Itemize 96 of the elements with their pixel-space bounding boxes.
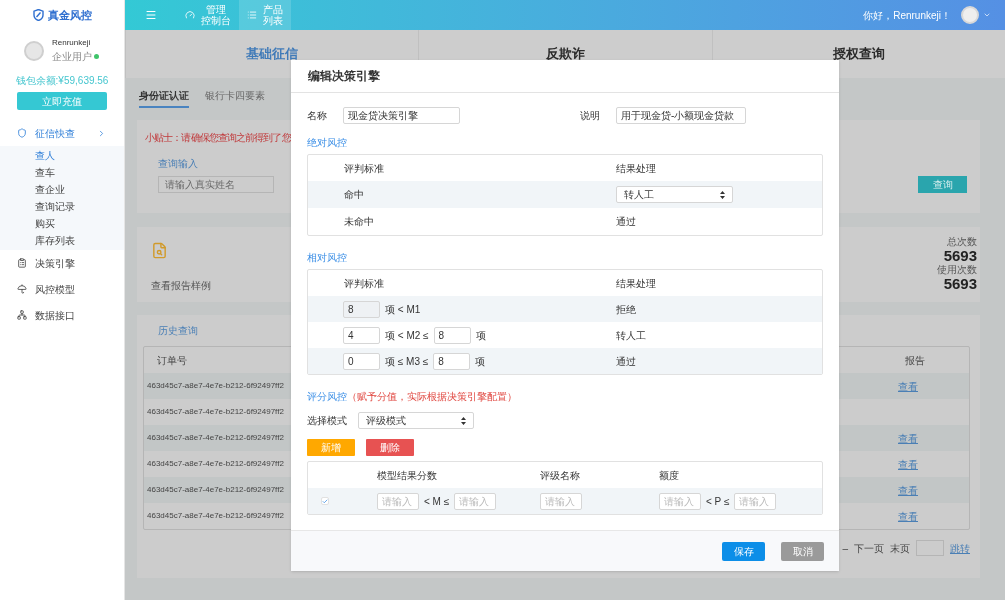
table-cell-text: 转人工 bbox=[616, 328, 646, 343]
condition-text: 项 bbox=[475, 354, 486, 369]
condition-text: 项 bbox=[475, 328, 486, 343]
input-field[interactable]: 4 bbox=[343, 326, 380, 344]
field-label: 说明 bbox=[580, 109, 601, 123]
order-id: 463d45c7-a8e7-4e7e-b212-6f92497ff2 bbox=[147, 406, 284, 418]
input-field[interactable]: 用于现金贷-小额现金贷款 bbox=[616, 107, 746, 124]
column-header: 报告 bbox=[905, 353, 926, 368]
column-header: 评级名称 bbox=[540, 468, 581, 483]
gauge-icon bbox=[185, 10, 195, 20]
sub-tab[interactable]: 银行卡四要素 bbox=[205, 88, 265, 108]
stat-label: 总次数 bbox=[947, 236, 977, 247]
condition-text: 项 < M2 ≤ bbox=[385, 328, 429, 343]
logo-text: 真金风控 bbox=[47, 7, 92, 23]
submenu-item[interactable]: 查人 bbox=[0, 147, 124, 164]
field-label: 选择模式 bbox=[307, 414, 348, 428]
submenu-item[interactable]: 购买 bbox=[0, 215, 124, 232]
table-cell-text: 通过 bbox=[616, 354, 636, 369]
submenu-item[interactable]: 查企业 bbox=[0, 181, 124, 198]
stat-value: 5693 bbox=[943, 275, 977, 292]
input-field[interactable]: 请输入 bbox=[454, 492, 497, 510]
page-dash: – bbox=[842, 541, 848, 556]
column-header: 评判标准 bbox=[343, 276, 385, 291]
menu-icon bbox=[145, 9, 157, 21]
order-id: 463d45c7-a8e7-4e7e-b212-6f92497ff2 bbox=[147, 484, 284, 496]
order-id: 463d45c7-a8e7-4e7e-b212-6f92497ff2 bbox=[147, 432, 284, 444]
umbrella-icon bbox=[17, 284, 27, 294]
sample-report-link[interactable]: 查看报告样例 bbox=[151, 278, 211, 293]
condition-text: 项 ≤ M3 ≤ bbox=[385, 354, 429, 369]
document-search-icon bbox=[151, 242, 168, 259]
input-field[interactable]: 8 bbox=[433, 352, 471, 370]
next-page-link[interactable]: 下一页 bbox=[854, 540, 884, 556]
clipboard-icon bbox=[17, 258, 27, 268]
greeting-text: 你好，Renrunkeji！ bbox=[863, 8, 951, 23]
section-title: 相对风控 bbox=[307, 251, 348, 265]
delete-button[interactable]: 删除 bbox=[366, 439, 414, 456]
logo-icon bbox=[32, 9, 44, 21]
chevron-icon[interactable] bbox=[983, 11, 991, 19]
name-field[interactable]: 请输入真实姓名 bbox=[158, 176, 274, 193]
order-id: 463d45c7-a8e7-4e7e-b212-6f92497ff2 bbox=[147, 510, 284, 522]
avatar bbox=[24, 40, 44, 61]
menu-item[interactable]: 决策引擎 bbox=[0, 250, 124, 276]
stat-label: 使用次数 bbox=[937, 264, 977, 275]
column-header: 额度 bbox=[659, 468, 680, 483]
submenu-item[interactable]: 查询记录 bbox=[0, 198, 124, 215]
table-cell-text: 未命中 bbox=[343, 215, 374, 229]
column-header: 模型结果分数 bbox=[377, 468, 438, 483]
stat-value: 5693 bbox=[943, 247, 977, 264]
sub-tab[interactable]: 身份证认证 bbox=[139, 88, 189, 108]
table-cell-text: 命中 bbox=[343, 188, 364, 202]
table-cell-text: 拒绝 bbox=[616, 302, 636, 317]
user-name: Renrunkeji bbox=[52, 37, 92, 49]
column-header: 结果处理 bbox=[616, 276, 657, 291]
shield-icon bbox=[17, 128, 27, 138]
avatar[interactable] bbox=[961, 6, 979, 24]
menu-item[interactable]: 风控模型 bbox=[0, 276, 124, 302]
section-title: 评分风控 bbox=[307, 390, 347, 404]
submenu-item[interactable]: 库存列表 bbox=[0, 232, 124, 249]
network-icon bbox=[17, 310, 27, 320]
up-down-icon bbox=[461, 416, 466, 425]
check-icon bbox=[322, 497, 328, 505]
condition-text: < M ≤ bbox=[424, 494, 450, 509]
column-header: 结果处理 bbox=[616, 161, 657, 176]
input-field[interactable]: 0 bbox=[343, 352, 380, 370]
condition-text: 项 < M1 bbox=[385, 302, 421, 317]
section-title: 绝对风控 bbox=[307, 136, 348, 150]
query-label: 查询输入 bbox=[158, 157, 198, 171]
input-field[interactable]: 8 bbox=[433, 326, 471, 344]
last-page-link[interactable]: 末页 bbox=[890, 540, 910, 556]
table-cell-text: 通过 bbox=[616, 215, 636, 229]
up-down-icon bbox=[720, 190, 725, 199]
column-header: 订单号 bbox=[157, 353, 187, 368]
save-button[interactable]: 保存 bbox=[722, 541, 765, 561]
list-icon bbox=[247, 10, 257, 20]
row-checkbox[interactable] bbox=[321, 497, 329, 505]
condition-text: < P ≤ bbox=[706, 494, 730, 509]
order-id: 463d45c7-a8e7-4e7e-b212-6f92497ff2 bbox=[147, 458, 284, 470]
menu-item[interactable]: 征信快查 bbox=[0, 120, 124, 146]
section-note: （赋予分值，实际根据决策引擎配置） bbox=[347, 390, 517, 404]
column-header: 评判标准 bbox=[343, 161, 385, 176]
submenu-item[interactable]: 查车 bbox=[0, 164, 124, 181]
menu-item[interactable]: 数据接口 bbox=[0, 302, 124, 328]
result-select[interactable]: 转人工 bbox=[616, 186, 733, 203]
chevron-icon bbox=[97, 128, 106, 138]
tip-text: 小贴士：请确保您查询之前得到了您 bbox=[145, 131, 291, 145]
user-role: 企业用户 bbox=[52, 50, 92, 64]
wallet-balance: 钱包余额:¥59,639.56 bbox=[14, 74, 110, 88]
input-field[interactable]: 请输入 bbox=[734, 492, 777, 510]
input-field[interactable]: 现金贷决策引擎 bbox=[343, 107, 460, 124]
mode-select[interactable]: 评级模式 bbox=[358, 412, 474, 429]
input-field[interactable]: 请输入 bbox=[540, 492, 582, 510]
history-title: 历史查询 bbox=[158, 324, 198, 338]
input-field[interactable]: 请输入 bbox=[377, 492, 419, 510]
field-label: 名称 bbox=[307, 109, 328, 123]
order-id: 463d45c7-a8e7-4e7e-b212-6f92497ff2 bbox=[147, 380, 284, 392]
input-field[interactable]: 请输入 bbox=[659, 492, 701, 510]
